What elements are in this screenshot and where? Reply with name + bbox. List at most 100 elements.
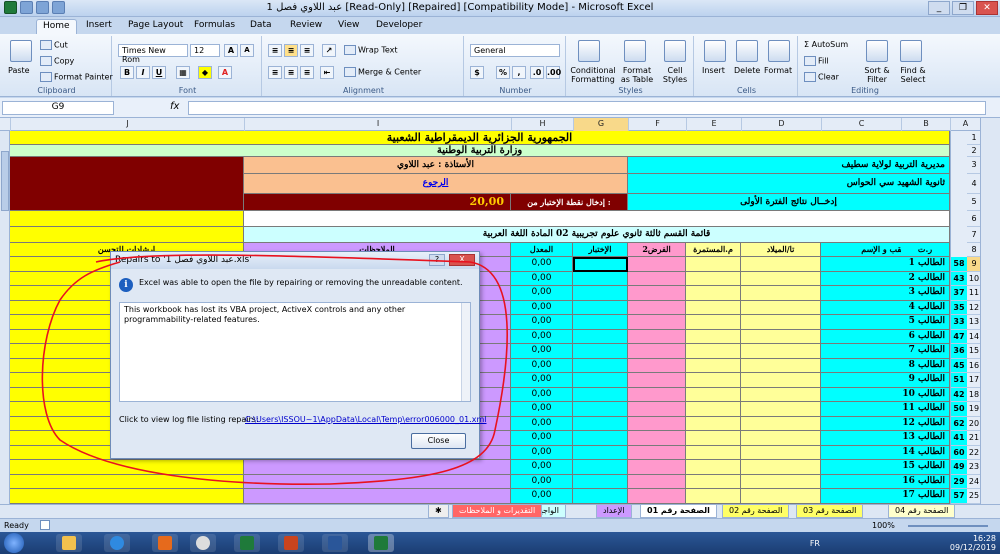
class-line-cell[interactable]: قائمة القسم ثالثة ثانوي علوم تجريبية 02 …: [244, 227, 950, 243]
copy-button[interactable]: Copy: [40, 56, 74, 66]
blank-row-j[interactable]: [10, 211, 244, 227]
continuous-cell[interactable]: [686, 489, 741, 504]
exam-cell[interactable]: [573, 344, 628, 359]
column-header-b[interactable]: B: [901, 118, 950, 131]
continuous-cell[interactable]: [686, 373, 741, 388]
student-name-cell[interactable]: الطالب 2: [821, 271, 950, 286]
clock-time[interactable]: 16:28: [950, 534, 996, 543]
rank-number-cell[interactable]: 62: [951, 416, 967, 431]
grow-font-button[interactable]: A: [224, 44, 238, 57]
exam-cell[interactable]: [573, 358, 628, 373]
birthdate-cell[interactable]: [741, 329, 821, 344]
assignment-cell[interactable]: [628, 474, 686, 489]
notes-cell[interactable]: [244, 460, 511, 475]
continuous-cell[interactable]: [686, 445, 741, 460]
exam-cell[interactable]: [573, 460, 628, 475]
sheet-tab-setup[interactable]: الإعداد: [596, 505, 632, 518]
assignment-cell[interactable]: [628, 329, 686, 344]
exam-cell[interactable]: [573, 489, 628, 504]
column-header-d[interactable]: D: [741, 118, 821, 131]
average-cell[interactable]: 0,00: [511, 257, 573, 272]
sheet-tab-03[interactable]: الصفحة رقم 03: [796, 505, 864, 518]
continuous-cell[interactable]: [686, 416, 741, 431]
new-sheet-icon[interactable]: ✱: [428, 505, 449, 518]
font-size-select[interactable]: 12: [190, 44, 220, 57]
format-as-table-icon[interactable]: [624, 40, 646, 62]
name-box[interactable]: G9: [2, 101, 114, 115]
cell-styles-button[interactable]: Cell Styles: [660, 66, 690, 84]
delete-cells-icon[interactable]: [736, 40, 758, 62]
shrink-font-button[interactable]: A: [240, 44, 254, 57]
exam-cell[interactable]: [573, 329, 628, 344]
sheet-tab-04[interactable]: الصفحة رقم 04: [888, 505, 956, 518]
average-cell[interactable]: 0,00: [511, 344, 573, 359]
taskbar-explorer[interactable]: [56, 534, 82, 552]
exam-cell[interactable]: [573, 431, 628, 446]
minimize-button[interactable]: _: [928, 1, 950, 15]
row-header[interactable]: 2: [967, 145, 981, 157]
row-header[interactable]: 1: [967, 131, 981, 145]
format-as-table-button[interactable]: Format as Table: [618, 66, 656, 84]
student-name-cell[interactable]: الطالب 9: [821, 373, 950, 388]
average-cell[interactable]: 0,00: [511, 373, 573, 388]
fill-color-icon[interactable]: ◆: [198, 66, 212, 79]
font-name-select[interactable]: Times New Rom: [118, 44, 188, 64]
column-header-a[interactable]: A: [950, 118, 980, 131]
number-format-select[interactable]: General: [470, 44, 560, 57]
bold-button[interactable]: B: [120, 66, 134, 79]
birthdate-cell[interactable]: [741, 431, 821, 446]
column-header-i[interactable]: I: [244, 118, 511, 131]
close-button[interactable]: Close: [411, 433, 466, 449]
header-rank[interactable]: ر.ت: [901, 243, 950, 257]
average-cell[interactable]: 0,00: [511, 431, 573, 446]
cut-button[interactable]: Cut: [40, 40, 68, 50]
row-header[interactable]: 18: [967, 388, 981, 402]
tab-insert[interactable]: Insert: [80, 19, 118, 34]
exam-cell[interactable]: [573, 315, 628, 330]
rank-number-cell[interactable]: 51: [951, 373, 967, 388]
average-cell[interactable]: 0,00: [511, 416, 573, 431]
dialog-close-x-button[interactable]: X: [449, 254, 475, 266]
continuous-cell[interactable]: [686, 271, 741, 286]
assignment-cell[interactable]: [628, 271, 686, 286]
comma-button[interactable]: ,: [512, 66, 526, 79]
exam-cell[interactable]: [573, 300, 628, 315]
column-header-h[interactable]: H: [511, 118, 573, 131]
advice-cell[interactable]: [10, 489, 244, 504]
row-header[interactable]: 19: [967, 402, 981, 417]
period-b-cell[interactable]: [901, 194, 950, 211]
format-cells-button[interactable]: Format: [764, 66, 792, 75]
sheet-tab-02[interactable]: الصفحة رقم 02: [722, 505, 790, 518]
column-header-c[interactable]: C: [821, 118, 901, 131]
national-title-cell[interactable]: الجمهورية الجزائرية الديمقراطية الشعبية: [10, 131, 950, 145]
assignment-cell[interactable]: [628, 300, 686, 315]
start-button-icon[interactable]: [4, 533, 24, 553]
align-center-icon[interactable]: ≡: [284, 66, 298, 79]
student-name-cell[interactable]: الطالب 14: [821, 445, 950, 460]
birthdate-cell[interactable]: [741, 460, 821, 475]
student-name-cell[interactable]: الطالب 7: [821, 344, 950, 359]
exam-cell[interactable]: [573, 373, 628, 388]
find-select-button[interactable]: Find & Select: [896, 66, 930, 84]
student-name-cell[interactable]: الطالب 16: [821, 474, 950, 489]
row-header[interactable]: 15: [967, 344, 981, 359]
row-header[interactable]: 12: [967, 301, 981, 315]
taskbar-powerpoint[interactable]: [278, 534, 304, 552]
exam-cell[interactable]: [573, 445, 628, 460]
rank-number-cell[interactable]: 49: [951, 460, 967, 475]
align-left-icon[interactable]: ≡: [268, 66, 282, 79]
student-name-cell[interactable]: الطالب 13: [821, 431, 950, 446]
birthdate-cell[interactable]: [741, 373, 821, 388]
macro-record-icon[interactable]: [40, 520, 50, 530]
student-name-cell[interactable]: الطالب 8: [821, 358, 950, 373]
rank-number-cell[interactable]: 50: [951, 402, 967, 417]
formula-input[interactable]: [188, 101, 986, 115]
exam-cell[interactable]: [573, 257, 628, 272]
birthdate-cell[interactable]: [741, 257, 821, 272]
back-link-cell[interactable]: الرجوع: [244, 174, 628, 194]
exam-cell[interactable]: [573, 387, 628, 402]
find-select-icon[interactable]: [900, 40, 922, 62]
row-header[interactable]: 3: [967, 157, 981, 174]
tab-review[interactable]: Review: [284, 19, 328, 34]
directorate-cell[interactable]: مديرية التربية لولاية سطيف: [628, 157, 950, 174]
